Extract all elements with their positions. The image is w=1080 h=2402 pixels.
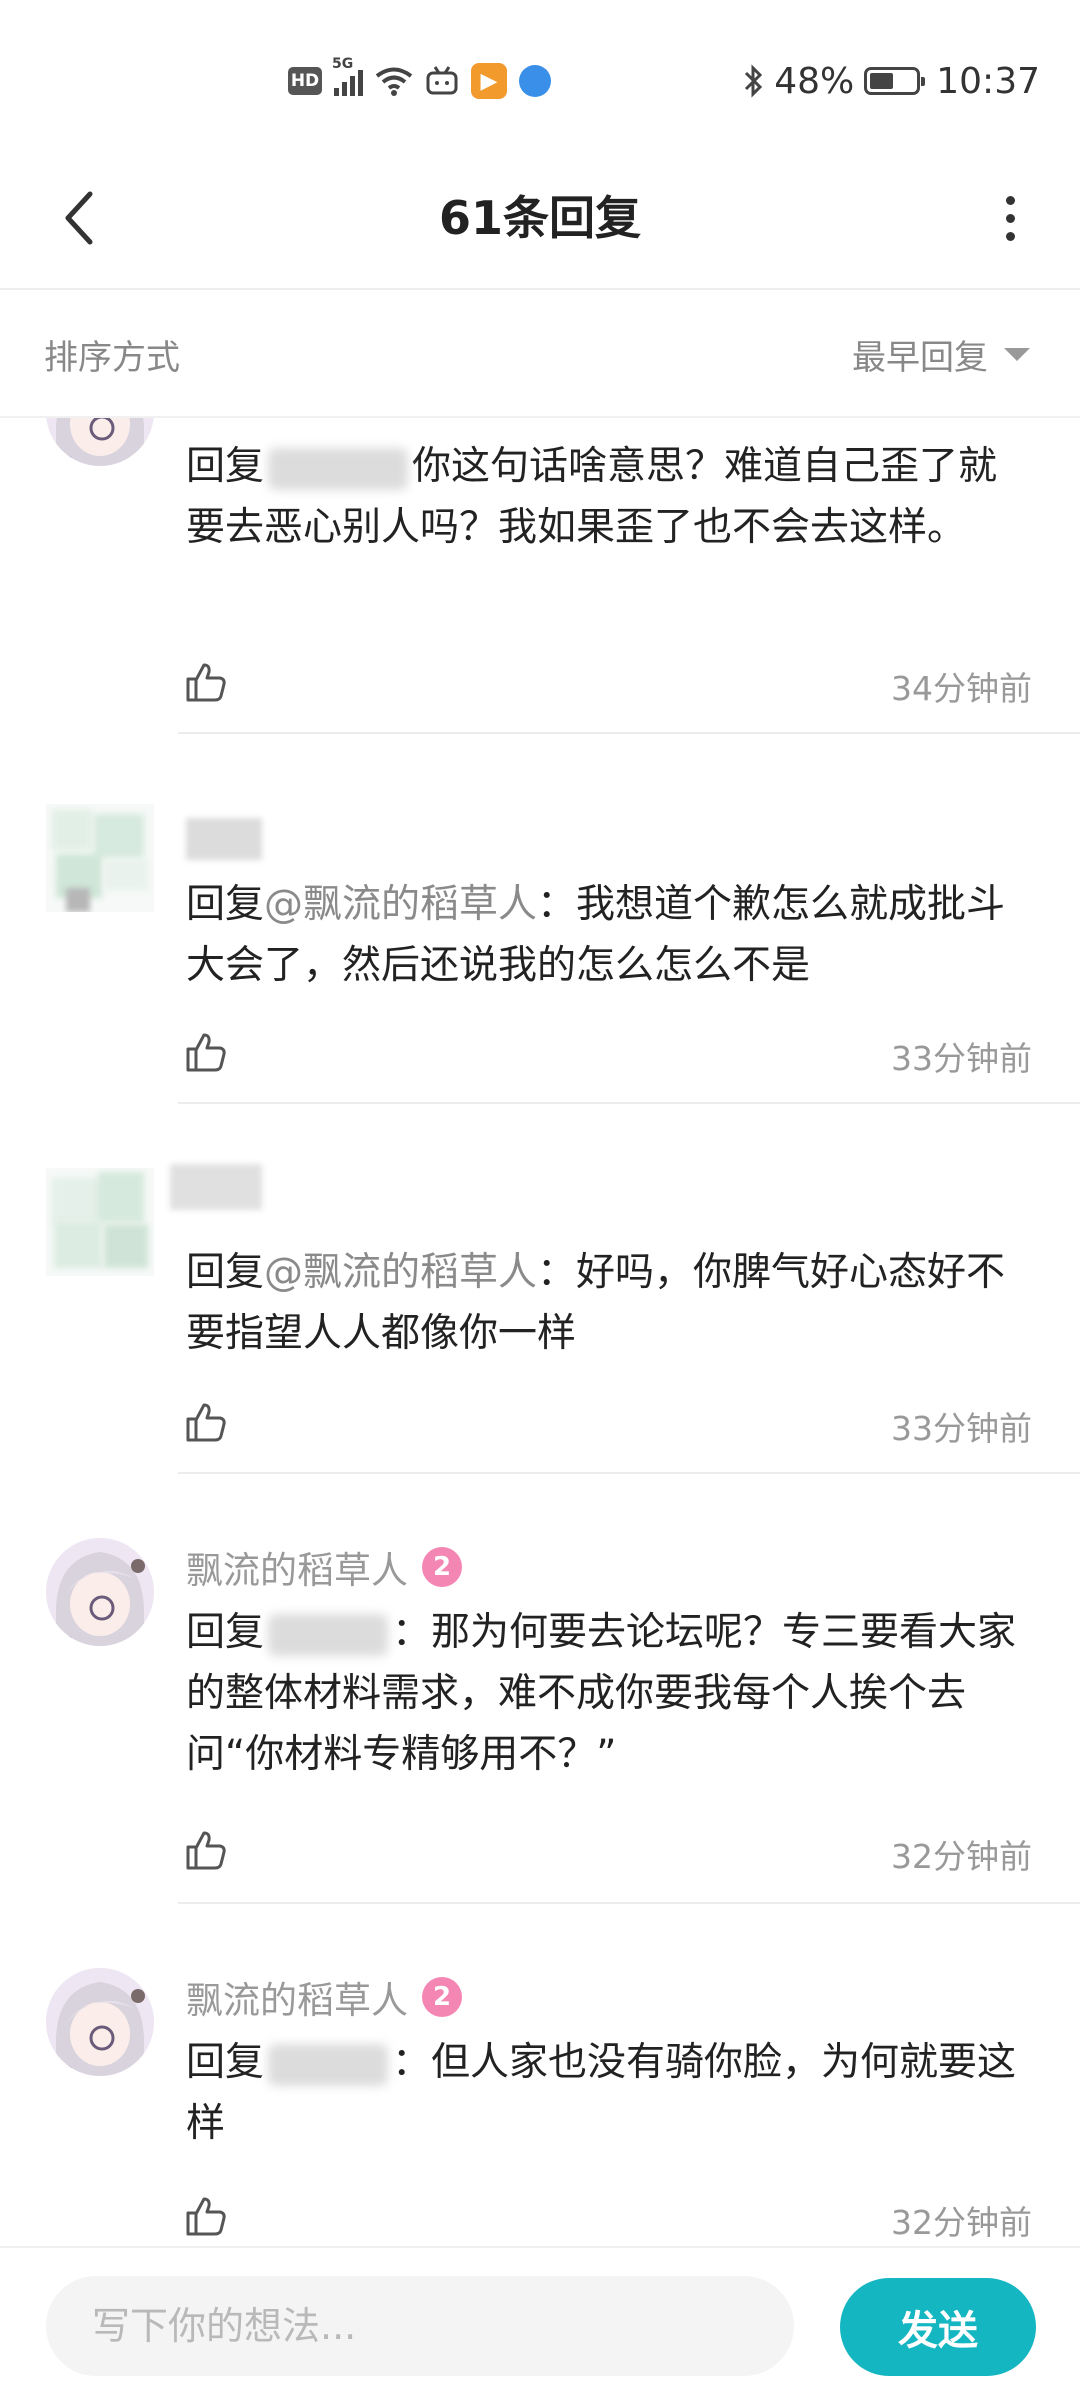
status-icons-right: 48% 10:37 [742, 54, 1040, 108]
blurred-username [186, 818, 262, 860]
signal-icon: 5G [332, 56, 363, 96]
avatar[interactable] [46, 1968, 154, 2076]
blurred-username [268, 447, 409, 490]
avatar[interactable] [46, 1168, 154, 1276]
thumbs-up-icon[interactable] [184, 660, 228, 704]
reply-composer: 写下你的想法... 发送 [0, 2246, 1080, 2402]
blurred-username [268, 2043, 389, 2086]
reply-time: 34分钟前 [891, 669, 1032, 708]
more-dot-icon [1005, 195, 1015, 205]
sort-selected: 最早回复 [852, 338, 988, 378]
thumbs-up-icon[interactable] [184, 1030, 228, 1074]
bluetooth-icon [742, 64, 764, 98]
top-bar: 61条回复 [0, 150, 1080, 290]
reply-prefix: 回复 [186, 1250, 265, 1295]
hd-icon: HD [288, 67, 322, 95]
anime-avatar-image [46, 1538, 154, 1646]
reply-time: 33分钟前 [891, 1039, 1032, 1078]
username[interactable]: 飘流的稻草人 2 [186, 1970, 462, 2024]
avatar[interactable] [46, 1538, 154, 1646]
level-badge: 2 [422, 1977, 462, 2017]
reply-text: 回复@飘流的稻草人：我想道个歉怎么就成批斗大会了，然后还说我的怎么怎么不是 [186, 874, 1036, 996]
dropdown-arrow-icon [1004, 348, 1030, 361]
avatar[interactable] [46, 804, 154, 912]
sort-label: 排序方式 [44, 338, 180, 378]
bilibili-tv-icon [425, 65, 459, 97]
blurred-username [268, 1613, 389, 1656]
reply-prefix: 回复 [186, 444, 265, 489]
reply-item: 回复 你这句话啥意思？难道自己歪了就要去恶心别人吗？我如果歪了也不会去这样。 34… [0, 418, 1080, 734]
reply-prefix: 回复 [186, 1610, 265, 1655]
send-button[interactable]: 发送 [840, 2278, 1036, 2376]
reply-item: 飘流的稻草人 2 回复 ：那为何要去论坛呢？专三要看大家的整体材料需求，难不成你要… [0, 1474, 1080, 1904]
mention-link[interactable]: @飘流的稻草人 [264, 1250, 537, 1295]
battery-icon [864, 67, 926, 95]
sort-dropdown[interactable]: 最早回复 [852, 330, 1030, 379]
thumbs-up-icon[interactable] [184, 1400, 228, 1444]
username[interactable]: 飘流的稻草人 2 [186, 1540, 462, 1594]
username-text: 飘流的稻草人 [186, 1979, 408, 2022]
username-text: 飘流的稻草人 [186, 1549, 408, 1592]
more-dot-icon [1005, 213, 1015, 223]
reply-text: 回复@飘流的稻草人：好吗，你脾气好心态好不要指望人人都像你一样 [186, 1242, 1036, 1364]
reply-item: 飘流的稻草人 2 回复 ：但人家也没有骑你脸，为何就要这样 32分钟前 [0, 1904, 1080, 2244]
reply-time: 32分钟前 [891, 1837, 1032, 1876]
wifi-icon [375, 66, 413, 96]
more-dot-icon [1005, 231, 1015, 241]
mention-link[interactable]: @飘流的稻草人 [264, 882, 537, 927]
more-options-button[interactable] [970, 178, 1050, 258]
status-icons-left: HD 5G ▶ [288, 56, 551, 104]
reply-time: 32分钟前 [891, 2203, 1032, 2242]
reply-prefix: 回复 [186, 882, 265, 927]
status-bar: HD 5G ▶ 48% 10:37 [0, 0, 1080, 150]
level-badge: 2 [422, 1547, 462, 1587]
page-title: 61条回复 [438, 191, 641, 245]
reply-time: 33分钟前 [891, 1409, 1032, 1448]
anime-avatar-image [46, 1968, 154, 2076]
sort-bar: 排序方式 最早回复 [0, 290, 1080, 418]
thumbs-up-icon[interactable] [184, 2194, 228, 2238]
reply-text: 回复 ：但人家也没有骑你脸，为何就要这样 [186, 2032, 1036, 2154]
reply-input[interactable]: 写下你的想法... [46, 2276, 794, 2376]
globe-app-icon [519, 65, 551, 97]
reply-list[interactable]: 回复 你这句话啥意思？难道自己歪了就要去恶心别人吗？我如果歪了也不会去这样。 34… [0, 418, 1080, 2244]
thumbs-up-icon[interactable] [184, 1828, 228, 1872]
avatar[interactable] [46, 418, 154, 466]
reply-text: 回复 你这句话啥意思？难道自己歪了就要去恶心别人吗？我如果歪了也不会去这样。 [186, 436, 1036, 558]
video-app-icon: ▶ [471, 63, 507, 99]
battery-percent: 48% [774, 60, 855, 102]
reply-text: 回复 ：那为何要去论坛呢？专三要看大家的整体材料需求，难不成你要我每个人挨个去问“… [186, 1602, 1036, 1785]
clock: 10:37 [936, 60, 1040, 102]
network-type: 5G [332, 56, 354, 72]
reply-prefix: 回复 [186, 2040, 265, 2085]
anime-avatar-image [46, 418, 154, 466]
blurred-username [170, 1164, 262, 1210]
reply-item: 回复@飘流的稻草人：好吗，你脾气好心态好不要指望人人都像你一样 33分钟前 [0, 1104, 1080, 1474]
reply-item: 回复@飘流的稻草人：我想道个歉怎么就成批斗大会了，然后还说我的怎么怎么不是 33… [0, 734, 1080, 1104]
